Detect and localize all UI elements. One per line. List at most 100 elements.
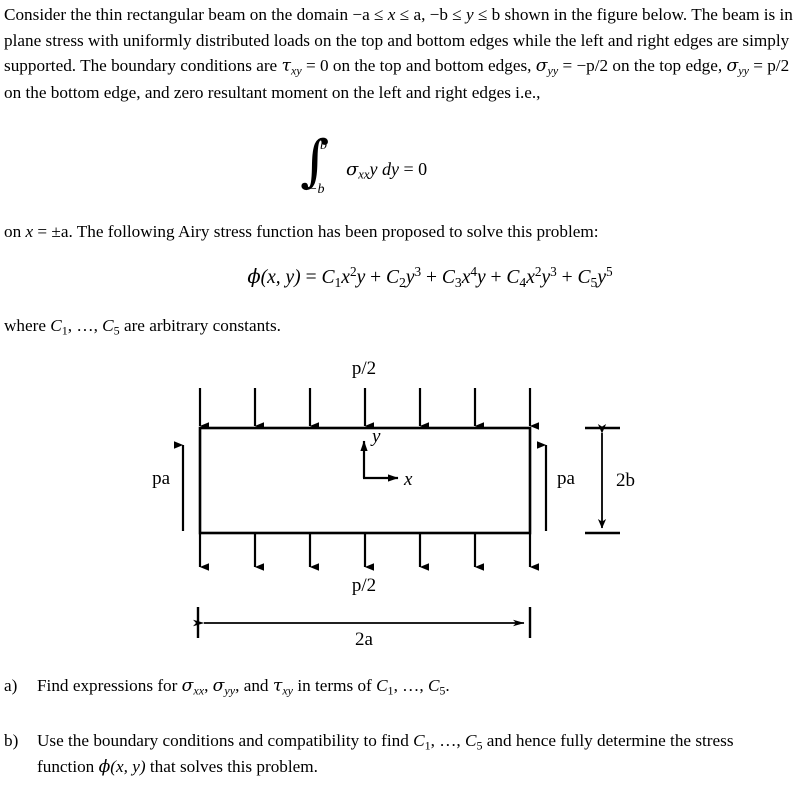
intro-text-2: ≤ a, −b ≤ <box>395 5 466 24</box>
question-a-text-1: Find expressions for <box>37 676 182 695</box>
where-constants-line: where C1, …, C5 are arbitrary constants. <box>4 313 504 339</box>
sigma-subscript-top: yy <box>547 63 559 78</box>
height-dimension: 2b <box>585 424 635 535</box>
sigma-symbol-top: σ <box>535 56 548 77</box>
variable-y: y <box>466 5 474 24</box>
intro-text-1: Consider the thin rectangular beam on th… <box>4 5 388 24</box>
height-dimension-label: 2b <box>616 470 635 491</box>
question-a-c5: C <box>427 676 440 695</box>
term2-exponent: 3 <box>414 264 422 280</box>
question-b-mid: , …, <box>430 731 466 750</box>
coefficient-c3: C <box>441 267 455 288</box>
integrand-y: y <box>369 158 378 179</box>
integral-equation: ∫ b −b σxxy dy = 0 <box>300 134 428 201</box>
term5-y: y <box>597 267 607 288</box>
worksheet-page: Consider the thin rectangular beam on th… <box>0 0 805 790</box>
question-b-body: Use the boundary conditions and compatib… <box>37 728 794 780</box>
question-b-c5: C <box>465 731 477 750</box>
term5-exponent: 5 <box>606 264 613 280</box>
coefficient-c2: C <box>385 267 399 288</box>
airy-plus-4: + <box>561 267 573 288</box>
airy-plus-3: + <box>490 267 502 288</box>
airy-equals: = <box>305 267 317 288</box>
question-b: b) Use the boundary conditions and compa… <box>4 728 794 780</box>
question-a-c1: C <box>376 676 388 695</box>
bottom-load-arrows <box>198 534 539 571</box>
question-a-text-2: in terms of <box>293 676 377 695</box>
integral-equals-zero: = 0 <box>403 158 428 179</box>
term4-y-exponent: 3 <box>550 264 557 280</box>
sigma-subscript-bottom: yy <box>738 63 749 78</box>
question-b-marker: b) <box>4 731 19 750</box>
integral-upper-limit: b <box>320 138 327 153</box>
integrand-sigma: σ <box>346 158 359 180</box>
question-a-body: Find expressions for σxx, σyy, and τxy i… <box>37 673 784 700</box>
tau-symbol: τ <box>281 56 291 77</box>
where-mid: , …, <box>67 316 103 335</box>
width-dimension: 2a <box>193 607 532 645</box>
question-a-comma-1: , <box>204 676 213 695</box>
question-a-tau-xy: τ <box>272 676 283 696</box>
question-b-phi-args: (x, y) <box>110 756 146 776</box>
bottom-load-label: p/2 <box>352 575 376 596</box>
integral-differential: dy <box>381 158 399 179</box>
question-a-tau-xy-subscript: xy <box>282 683 294 698</box>
question-b-text-3: that solves this problem. <box>145 756 318 776</box>
term1-y: y <box>356 267 366 288</box>
y-axis-label: y <box>370 426 381 447</box>
where-prefix: where <box>4 316 51 335</box>
question-b-text-1: Use the boundary conditions and compatib… <box>37 731 414 750</box>
left-reaction: pa <box>152 441 185 531</box>
intro-text-4: = 0 on the top and bottom edges, <box>301 56 536 76</box>
coefficient-c1: C <box>321 267 335 288</box>
airy-plus-1: + <box>370 267 382 288</box>
airy-plus-2: + <box>425 267 437 288</box>
intro-paragraph: Consider the thin rectangular beam on th… <box>4 2 796 105</box>
right-reaction: pa <box>537 441 576 531</box>
question-a: a) Find expressions for σxx, σyy, and τx… <box>4 673 784 700</box>
sigma-symbol-bottom: σ <box>726 56 739 77</box>
top-load-arrows <box>198 388 539 430</box>
phi-symbol: ϕ <box>247 265 261 288</box>
question-a-marker: a) <box>4 676 18 695</box>
question-a-sigma-yy: σ <box>212 676 225 696</box>
question-a-sigma-yy-subscript: yy <box>224 683 236 698</box>
question-a-text-3: . <box>445 676 450 695</box>
term4-y: y <box>541 267 551 288</box>
x-axis-label: x <box>403 469 413 490</box>
width-dimension-label: 2a <box>355 629 374 645</box>
question-a-sigma-xx-subscript: xx <box>193 683 205 698</box>
question-b-c1: C <box>413 731 425 750</box>
on-x-suffix: = ±a. The following Airy stress function… <box>33 222 599 241</box>
question-a-mid: , …, <box>393 676 428 695</box>
on-x-variable: x <box>25 222 34 241</box>
coefficient-c3-subscript: 3 <box>454 274 462 290</box>
coefficient-c5: C <box>577 267 591 288</box>
question-a-comma-2: , and <box>235 676 273 695</box>
coefficient-c4: C <box>506 267 520 288</box>
where-c1: C <box>50 316 62 335</box>
on-x-prefix: on <box>4 222 26 241</box>
term1-x: x <box>341 267 350 288</box>
coefficient-c2-subscript: 2 <box>398 274 406 290</box>
right-reaction-label: pa <box>557 468 576 489</box>
integral-sign-group: ∫ b −b <box>300 134 330 200</box>
term4-x: x <box>526 267 535 288</box>
term4-exponent: 2 <box>534 264 542 280</box>
integral-body: σxxy dy = 0 <box>346 158 428 182</box>
question-a-sigma-xx: σ <box>181 676 194 696</box>
on-x-equals-line: on x = ±a. The following Airy stress fun… <box>4 219 784 245</box>
integrand-sigma-subscript: xx <box>358 167 370 182</box>
where-c5: C <box>102 316 114 335</box>
term3-exponent: 4 <box>470 264 477 280</box>
left-reaction-label: pa <box>152 468 171 489</box>
question-b-phi: ϕ <box>98 756 111 777</box>
integral-lower-limit: −b <box>308 182 325 197</box>
phi-arguments: (x, y) <box>260 267 301 288</box>
intro-text-5: = −p/2 on the top edge, <box>558 56 727 76</box>
term3-y: y <box>476 267 486 288</box>
tau-subscript: xy <box>291 63 302 78</box>
term1-exponent: 2 <box>349 264 357 280</box>
beam-diagram: p/2 y x pa pa p/2 2b 2a <box>0 345 805 645</box>
airy-stress-function-equation: ϕ(x, y) = C1x2y + C2y3 + C3x4y + C4x2y3 … <box>170 265 690 289</box>
